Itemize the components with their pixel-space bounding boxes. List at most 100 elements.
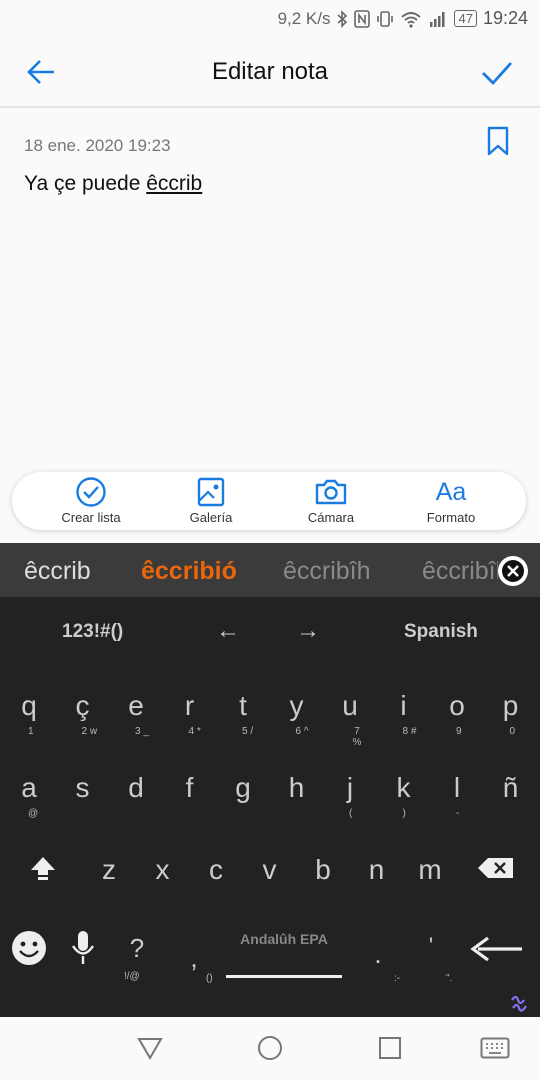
key-i[interactable]: i 8 # (389, 690, 419, 746)
key-h[interactable]: h (282, 772, 312, 828)
suggestion-4[interactable]: êccribîh (422, 557, 498, 586)
space-bar-line (226, 975, 342, 978)
numbers-key[interactable]: 123!#() (62, 621, 123, 643)
vibrate-icon (377, 10, 394, 27)
key-j[interactable]: j( (335, 772, 365, 828)
backspace-key[interactable] (476, 856, 516, 880)
create-list-button[interactable]: Crear lista (36, 476, 146, 525)
enter-arrow-icon (470, 936, 522, 962)
microphone-icon (72, 931, 94, 964)
nfc-icon (354, 9, 371, 28)
key-label: a (21, 772, 37, 803)
cursor-right-key[interactable]: → (296, 617, 320, 645)
suggestion-1[interactable]: êccrib (24, 557, 91, 586)
key-ç[interactable]: ç 2 w (68, 690, 98, 746)
key-label: h (288, 772, 305, 803)
key-label: ñ (502, 772, 519, 803)
key-c[interactable]: c (201, 854, 231, 910)
home-circle-icon[interactable] (257, 1035, 283, 1061)
key-label: d (128, 772, 144, 803)
question-key[interactable]: ? !/@ (122, 933, 152, 983)
key-sub-label: ) (402, 808, 406, 819)
key-label: j (346, 772, 354, 803)
note-body[interactable]: Ya çe puede êccrib (24, 172, 202, 196)
key-p[interactable]: p0 (496, 690, 526, 746)
key-x[interactable]: x (148, 854, 178, 910)
key-m[interactable]: m (415, 854, 445, 910)
note-text-composing: êccrib (146, 172, 203, 195)
key-f[interactable]: f (175, 772, 205, 828)
key-label: b (315, 854, 331, 885)
gallery-button[interactable]: Galería (156, 476, 266, 525)
space-key[interactable]: Andalûh EPA (222, 927, 346, 983)
key-l[interactable]: l- (442, 772, 472, 828)
gallery-label: Galería (189, 510, 233, 525)
image-icon (197, 477, 225, 507)
key-sub-label: 1 (28, 726, 34, 737)
key-label: x (155, 854, 170, 885)
key-label: t (239, 690, 247, 721)
key-sub-label: 8 # (402, 726, 417, 737)
note-toolbar: Crear lista Galería Cámara Aa Formato (12, 472, 526, 530)
comma-key[interactable]: , () (180, 943, 212, 993)
format-button[interactable]: Aa Formato (396, 476, 506, 525)
key-q[interactable]: q1 (14, 690, 44, 746)
shift-arrow-icon (31, 857, 55, 880)
emoji-key[interactable] (10, 929, 48, 967)
bookmark-icon[interactable] (486, 126, 510, 156)
keyboard: êccrib êccribió êccribîh êccribîh 123!#(… (0, 543, 540, 1017)
create-list-label: Crear lista (61, 510, 121, 525)
suggestion-2[interactable]: êccribió (141, 557, 237, 586)
key-sub-label: 5 / (242, 726, 254, 737)
key-label: k (396, 772, 411, 803)
key-r[interactable]: r 4 * (175, 690, 205, 746)
language-key[interactable]: Spanish (404, 621, 478, 643)
key-a[interactable]: a @ (14, 772, 44, 828)
apostrophe-key[interactable]: ' ". (422, 933, 452, 984)
key-s[interactable]: s (68, 772, 98, 828)
key-b[interactable]: b (308, 854, 338, 910)
key-o[interactable]: o9 (442, 690, 472, 746)
camera-button[interactable]: Cámara (276, 476, 386, 525)
recents-square-icon[interactable] (378, 1036, 402, 1060)
question-label: ? (129, 933, 145, 963)
key-label: z (102, 854, 116, 885)
suggestion-bar: êccrib êccribió êccribîh êccribîh (0, 543, 540, 597)
apostrophe-label: ' (428, 933, 434, 958)
shift-key[interactable] (28, 854, 58, 880)
note-date: 18 ene. 2020 19:23 (24, 136, 171, 155)
enter-key[interactable] (470, 935, 524, 963)
back-triangle-icon[interactable] (137, 1036, 163, 1060)
confirm-check-icon[interactable] (480, 56, 514, 90)
key-e[interactable]: e 3 _ (121, 690, 151, 746)
key-ñ[interactable]: ñ (496, 772, 526, 828)
key-sub-label: 9 (456, 726, 462, 737)
keyboard-nav-row: 123!#() ← → Spanish (0, 597, 540, 667)
key-y[interactable]: y 6 ^ (282, 690, 312, 746)
suggestion-3[interactable]: êccribîh (283, 557, 371, 586)
app-bar: Editar nota (0, 36, 540, 108)
key-u[interactable]: u 7 % (335, 690, 365, 748)
bluetooth-icon (337, 9, 348, 28)
key-v[interactable]: v (255, 854, 285, 910)
keyboard-switch-icon[interactable] (480, 1037, 510, 1059)
key-t[interactable]: t 5 / (228, 690, 258, 746)
key-k[interactable]: k) (389, 772, 419, 828)
camera-icon (315, 479, 347, 505)
key-n[interactable]: n (362, 854, 392, 910)
system-nav-bar (0, 1017, 540, 1080)
microphone-key[interactable] (70, 929, 96, 967)
page-title: Editar nota (211, 58, 329, 85)
question-sub: !/@ (124, 971, 140, 982)
key-z[interactable]: z (94, 854, 124, 910)
key-g[interactable]: g (228, 772, 258, 828)
close-suggestions-icon[interactable] (498, 556, 528, 586)
key-label: c (209, 854, 223, 885)
key-sub-label: 3 _ (135, 726, 149, 737)
period-key[interactable]: . :- (368, 939, 400, 989)
key-sub-label: @ (28, 808, 39, 819)
key-label: m (418, 854, 442, 885)
cursor-left-key[interactable]: ← (216, 617, 240, 645)
key-d[interactable]: d (121, 772, 151, 828)
smiley-icon (12, 931, 46, 965)
